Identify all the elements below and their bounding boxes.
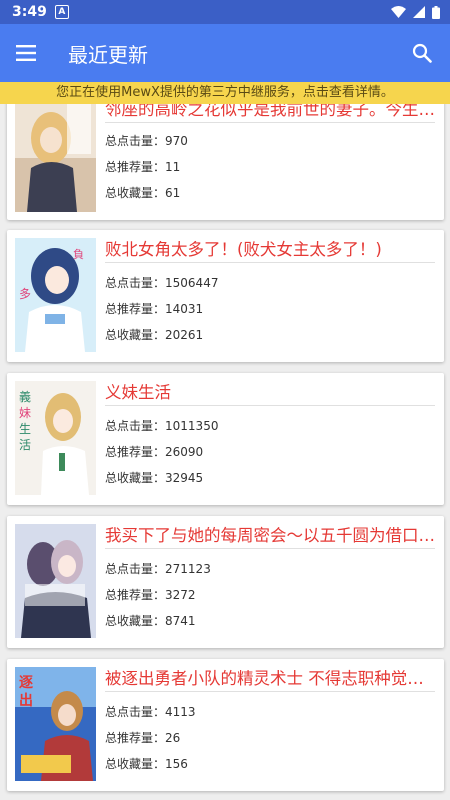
novel-title[interactable]: 我买下了与她的每周密会～以五千圆为借口……	[105, 524, 435, 549]
novel-card[interactable]: 邻座的高岭之花似乎是我前世的妻子。今生也想…… 总点击量：970 总推荐量：11…	[7, 104, 444, 220]
recommend-count: 总推荐量：26	[105, 731, 181, 745]
svg-text:生: 生	[19, 422, 31, 436]
click-count: 总点击量：970	[105, 134, 188, 148]
novel-cover: 義 妹 生 活	[15, 381, 96, 495]
novel-title[interactable]: 被逐出勇者小队的精灵术士 不得志职种觉醒……	[105, 667, 435, 692]
favorite-count: 总收藏量：32945	[105, 471, 204, 485]
novel-list[interactable]: 邻座的高岭之花似乎是我前世的妻子。今生也想…… 总点击量：970 总推荐量：11…	[0, 104, 450, 800]
app-bar: 最近更新	[0, 24, 450, 82]
click-count: 总点击量：4113	[105, 705, 196, 719]
notification-icon: A	[54, 5, 69, 19]
click-count: 总点击量：1011350	[105, 419, 219, 433]
novel-title[interactable]: 邻座的高岭之花似乎是我前世的妻子。今生也想……	[105, 104, 435, 123]
recommend-count: 总推荐量：11	[105, 160, 181, 174]
novel-cover: 負 多	[15, 238, 96, 352]
hamburger-icon	[16, 45, 36, 61]
svg-text:負: 負	[73, 248, 84, 261]
novel-cover	[15, 524, 96, 638]
status-time: 3:49	[12, 4, 47, 20]
page-title: 最近更新	[68, 42, 148, 67]
favorite-count: 总收藏量：61	[105, 186, 181, 200]
novel-title[interactable]: 义妹生活	[105, 381, 435, 406]
cell-signal-icon	[413, 6, 425, 18]
recommend-count: 总推荐量：14031	[105, 302, 204, 316]
click-count: 总点击量：1506447	[105, 276, 219, 290]
status-bar: 3:49 A	[0, 0, 450, 24]
favorite-count: 总收藏量：20261	[105, 328, 204, 342]
novel-card[interactable]: 義 妹 生 活 义妹生活 总点击量：1011350 总推荐量：26090 总收藏…	[7, 373, 444, 505]
svg-text:妹: 妹	[19, 406, 31, 420]
menu-button[interactable]	[0, 24, 54, 82]
click-count: 总点击量：271123	[105, 562, 211, 576]
novel-card[interactable]: 我买下了与她的每周密会～以五千圆为借口…… 总点击量：271123 总推荐量：3…	[7, 516, 444, 648]
recommend-count: 总推荐量：26090	[105, 445, 204, 459]
search-button[interactable]	[394, 24, 450, 82]
svg-text:活: 活	[19, 438, 31, 452]
novel-cover: 逐 出	[15, 667, 96, 781]
relay-service-banner[interactable]: 您正在使用MewX提供的第三方中继服务，点击查看详情。	[0, 82, 450, 104]
search-icon	[412, 43, 432, 63]
svg-text:逐: 逐	[19, 675, 33, 691]
battery-icon	[432, 5, 440, 19]
novel-cover	[15, 104, 96, 212]
novel-card[interactable]: 逐 出 被逐出勇者小队的精灵术士 不得志职种觉醒…… 总点击量：4113 总推荐…	[7, 659, 444, 791]
novel-card[interactable]: 負 多 败北女角太多了！(败犬女主太多了！) 总点击量：1506447 总推荐量…	[7, 230, 444, 362]
wifi-icon	[391, 6, 406, 18]
novel-title[interactable]: 败北女角太多了！(败犬女主太多了！)	[105, 238, 435, 263]
svg-text:出: 出	[19, 692, 33, 709]
svg-text:多: 多	[19, 287, 31, 301]
favorite-count: 总收藏量：156	[105, 757, 188, 771]
favorite-count: 总收藏量：8741	[105, 614, 196, 628]
recommend-count: 总推荐量：3272	[105, 588, 196, 602]
svg-text:義: 義	[19, 389, 31, 404]
